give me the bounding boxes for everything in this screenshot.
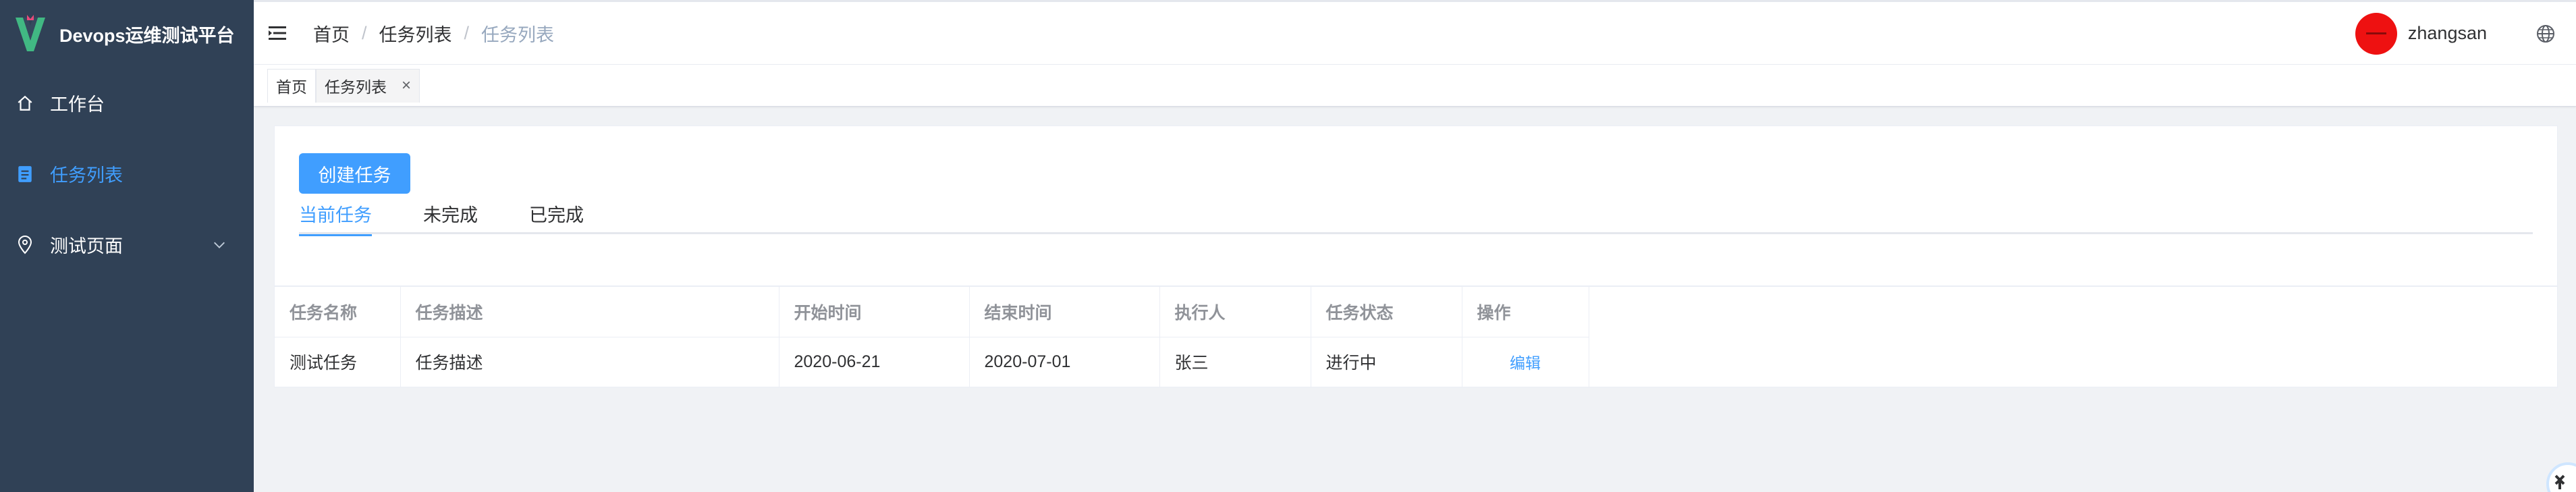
cell-actions: 编辑 xyxy=(1462,337,1589,387)
cell-task-name: 测试任务 xyxy=(275,337,401,387)
sidebar-item-label: 任务列表 xyxy=(50,165,123,186)
document-icon xyxy=(15,164,35,184)
task-tabs: 当前任务 未完成 已完成 xyxy=(299,206,2533,236)
logo: Devops运维测试平台 xyxy=(0,0,254,67)
cell-start-time: 2020-06-21 xyxy=(779,337,970,387)
tab-incomplete[interactable]: 未完成 xyxy=(423,206,478,234)
tag-label: 任务列表 xyxy=(325,78,387,96)
navbar-right: zhangsan xyxy=(2355,2,2576,65)
tag-label: 首页 xyxy=(276,78,307,96)
cell-end-time: 2020-07-01 xyxy=(969,337,1160,387)
table-header-row: 任务名称 任务描述 开始时间 结束时间 执行人 任务状态 操作 xyxy=(275,287,1589,337)
breadcrumb-separator: / xyxy=(362,22,367,43)
task-table: 任务名称 任务描述 开始时间 结束时间 执行人 任务状态 操作 测试任务 任务描… xyxy=(274,286,2558,387)
tag-home[interactable]: 首页 xyxy=(267,68,316,103)
column-header: 操作 xyxy=(1462,287,1589,337)
top-navbar: 首页 / 任务列表 / 任务列表 zhangsan xyxy=(254,0,2576,65)
cell-task-desc: 任务描述 xyxy=(400,337,779,387)
chevron-down-icon xyxy=(214,242,225,248)
sidebar-item-test-page[interactable]: 测试页面 xyxy=(0,209,254,280)
edit-link[interactable]: 编辑 xyxy=(1510,354,1541,372)
location-icon xyxy=(15,235,35,255)
cell-assignee: 张三 xyxy=(1159,337,1311,387)
column-header: 任务名称 xyxy=(275,287,401,337)
tab-current[interactable]: 当前任务 xyxy=(299,206,372,236)
home-icon xyxy=(15,93,35,113)
sidebar-item-label: 工作台 xyxy=(50,94,105,115)
breadcrumb-task-list[interactable]: 任务列表 xyxy=(379,20,452,47)
cell-status: 进行中 xyxy=(1311,337,1462,387)
create-task-button[interactable]: 创建任务 xyxy=(299,153,410,194)
username[interactable]: zhangsan xyxy=(2408,23,2487,44)
column-header: 开始时间 xyxy=(779,287,970,337)
hamburger-icon[interactable] xyxy=(267,23,287,43)
breadcrumb-home[interactable]: 首页 xyxy=(313,20,350,47)
sidebar-item-task-list[interactable]: 任务列表 xyxy=(0,138,254,209)
corner-badge-icon[interactable] xyxy=(2541,457,2576,492)
table-row: 测试任务 任务描述 2020-06-21 2020-07-01 张三 进行中 编… xyxy=(275,337,1589,387)
globe-icon[interactable] xyxy=(2536,24,2556,44)
tags-view: 首页 任务列表 × xyxy=(254,65,2576,107)
tag-task-list[interactable]: 任务列表 × xyxy=(316,68,420,103)
column-header: 结束时间 xyxy=(969,287,1160,337)
close-icon[interactable]: × xyxy=(402,76,411,95)
breadcrumb: 首页 / 任务列表 / 任务列表 xyxy=(313,20,554,47)
column-header: 执行人 xyxy=(1159,287,1311,337)
breadcrumb-current: 任务列表 xyxy=(481,24,555,45)
avatar[interactable] xyxy=(2355,12,2397,55)
breadcrumb-separator: / xyxy=(464,22,470,43)
task-card: 创建任务 当前任务 未完成 已完成 xyxy=(274,126,2558,286)
sidebar-item-label: 测试页面 xyxy=(50,236,123,256)
column-header: 任务描述 xyxy=(400,287,779,337)
tab-completed[interactable]: 已完成 xyxy=(529,206,584,234)
column-header: 任务状态 xyxy=(1311,287,1462,337)
logo-icon xyxy=(16,15,45,51)
sidebar-item-workbench[interactable]: 工作台 xyxy=(0,67,254,138)
app-title: Devops运维测试平台 xyxy=(59,25,235,46)
sidebar: Devops运维测试平台 工作台 任务列表 测试页面 xyxy=(0,0,254,492)
